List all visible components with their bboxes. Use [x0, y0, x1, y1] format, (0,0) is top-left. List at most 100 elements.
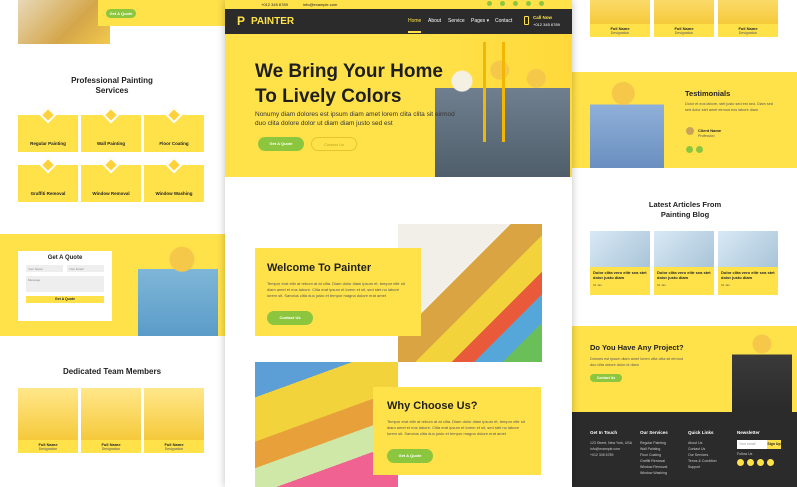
team-card[interactable]: Full Name Designation: [718, 0, 778, 37]
paint-icon: [165, 106, 183, 124]
nav-home-underline: [408, 31, 421, 33]
hero-contact-button[interactable]: Contact Us: [311, 137, 357, 151]
service-floor-coating[interactable]: Floor Coating: [144, 106, 204, 152]
team-photo: [18, 388, 78, 440]
name-field[interactable]: Your Name: [26, 265, 63, 272]
top-quote-button[interactable]: Get A Quote: [106, 9, 136, 18]
welcome-contact-button[interactable]: Contact Us: [267, 311, 313, 325]
why-title: Why Choose Us?: [387, 400, 478, 412]
youtube-icon[interactable]: [539, 1, 544, 6]
team-photo: [144, 388, 204, 440]
blog-post-title[interactable]: Dolor clita vero elitr sea stet dolor ju…: [654, 267, 714, 283]
service-regular-painting[interactable]: Regular Painting: [18, 106, 78, 152]
team-title: Dedicated Team Members: [62, 367, 162, 376]
footer-links-title: Quick Links: [688, 430, 714, 435]
team-role: Designation: [674, 31, 694, 35]
project-contact-button[interactable]: Contact Us: [590, 374, 622, 382]
why-quote-button[interactable]: Get A Quote: [387, 449, 433, 463]
prev-arrow-icon[interactable]: [686, 146, 693, 153]
footer-link[interactable]: Window Washing: [640, 470, 668, 476]
footer-link[interactable]: Support: [688, 464, 717, 470]
nav-service[interactable]: Service: [448, 18, 465, 24]
call-number[interactable]: +012 345 6789: [533, 22, 560, 27]
nav-about[interactable]: About: [428, 18, 441, 24]
team-photo: [81, 388, 141, 440]
paint-icon: [39, 106, 57, 124]
why-text: Tempor erat elitr at rebum at at clita. …: [387, 419, 525, 436]
blog-date: 01 Jan: [721, 283, 731, 287]
service-wall-painting[interactable]: Wall Painting: [81, 106, 141, 152]
footer-services: Our Services Regular Painting Wall Paint…: [640, 430, 668, 476]
social-icons: [487, 1, 544, 6]
team-photo: [718, 0, 778, 24]
blog-card[interactable]: Dolor clita vero elitr sea stet dolor ju…: [718, 231, 778, 295]
blog-post-title[interactable]: Dolor clita vero elitr sea stet dolor ju…: [590, 267, 650, 283]
right-preview-column: Full Name Designation Full Name Designatio…: [572, 0, 797, 487]
blog-image: [590, 231, 650, 267]
team-role: Designation: [610, 31, 630, 35]
welcome-title: Welcome To Painter: [267, 262, 372, 274]
call-label: Call Now: [533, 15, 553, 20]
paint-icon: [102, 156, 120, 174]
team-card[interactable]: Full Name Designation: [144, 388, 204, 453]
newsletter-title: Newsletter: [737, 430, 760, 435]
nav-contact[interactable]: Contact: [495, 18, 512, 24]
footer-quick-links: Quick Links About Us Contact Us Our Serv…: [688, 430, 717, 470]
team-role: Designation: [101, 447, 121, 451]
center-preview-column: +012 345 6789 info@example.com P PAINTER…: [225, 0, 572, 487]
topbar-phone: +012 345 6789: [261, 2, 288, 7]
linkedin-icon[interactable]: [513, 1, 518, 6]
nav-pages[interactable]: Pages ▾: [471, 18, 489, 24]
topbar-email: info@example.com: [303, 2, 338, 7]
team-role: Designation: [738, 31, 758, 35]
service-graffiti-removal[interactable]: Graffiti Removal: [18, 156, 78, 202]
top-image-strip: [18, 0, 110, 44]
blog-date: 01 Jan: [593, 283, 603, 287]
newsletter-button[interactable]: Sign Up: [767, 440, 781, 449]
footer-contact-title: Get In Touch: [590, 430, 618, 435]
facebook-icon[interactable]: [747, 459, 754, 466]
team-card[interactable]: Full Name Designation: [81, 388, 141, 453]
project-text: Dolores est ipsum diam amet lorem clita …: [590, 357, 683, 367]
blog-card[interactable]: Dolor clita vero elitr sea stet dolor ju…: [590, 231, 650, 295]
team-role: Designation: [164, 447, 184, 451]
team-card[interactable]: Full Name Designation: [18, 388, 78, 453]
newsletter-input[interactable]: Your email: [737, 440, 767, 449]
nav-home[interactable]: Home: [408, 18, 421, 24]
twitter-icon[interactable]: [500, 1, 505, 6]
service-label: Graffiti Removal: [30, 191, 66, 196]
instagram-icon[interactable]: [526, 1, 531, 6]
blog-card[interactable]: Dolor clita vero elitr sea stet dolor ju…: [654, 231, 714, 295]
quote-form: Get A Quote Your Name Your Email Message…: [18, 251, 112, 321]
message-field[interactable]: Message: [26, 276, 104, 292]
service-window-washing[interactable]: Window Washing: [144, 156, 204, 202]
service-label: Wall Painting: [96, 141, 126, 146]
service-label: Regular Painting: [30, 141, 66, 146]
team-photo: [590, 0, 650, 24]
hero-quote-button[interactable]: Get A Quote: [258, 137, 304, 151]
service-label: Window Washing: [155, 191, 193, 196]
service-window-removal[interactable]: Window Removal: [81, 156, 141, 202]
email-field[interactable]: Your Email: [67, 265, 104, 272]
testimonial-text: Dolor et eos labore, stet justo sed est …: [685, 102, 774, 112]
blog-image: [654, 231, 714, 267]
linkedin-icon[interactable]: [767, 459, 774, 466]
youtube-icon[interactable]: [757, 459, 764, 466]
client-name: Client Name: [698, 128, 722, 133]
hero-title-line1: We Bring Your Home: [255, 61, 443, 82]
quote-title: Get A Quote: [47, 255, 83, 261]
logo[interactable]: PAINTER: [251, 16, 294, 27]
team-card[interactable]: Full Name Designation: [590, 0, 650, 37]
quote-submit-button[interactable]: Get A Quote: [26, 296, 104, 303]
team-card[interactable]: Full Name Designation: [654, 0, 714, 37]
footer-phone[interactable]: +012 345 6789: [590, 452, 632, 458]
twitter-icon[interactable]: [737, 459, 744, 466]
facebook-icon[interactable]: [487, 1, 492, 6]
worker-image: [138, 240, 218, 336]
next-arrow-icon[interactable]: [696, 146, 703, 153]
testimonial-worker-image: [590, 77, 664, 168]
footer-contact: Get In Touch 123 Street, New York, USA i…: [590, 430, 632, 458]
project-title: Do You Have Any Project?: [590, 343, 684, 352]
blog-post-title[interactable]: Dolor clita vero elitr sea stet dolor ju…: [718, 267, 778, 283]
welcome-text: Tempor erat elitr at rebum at at clita. …: [267, 281, 405, 298]
